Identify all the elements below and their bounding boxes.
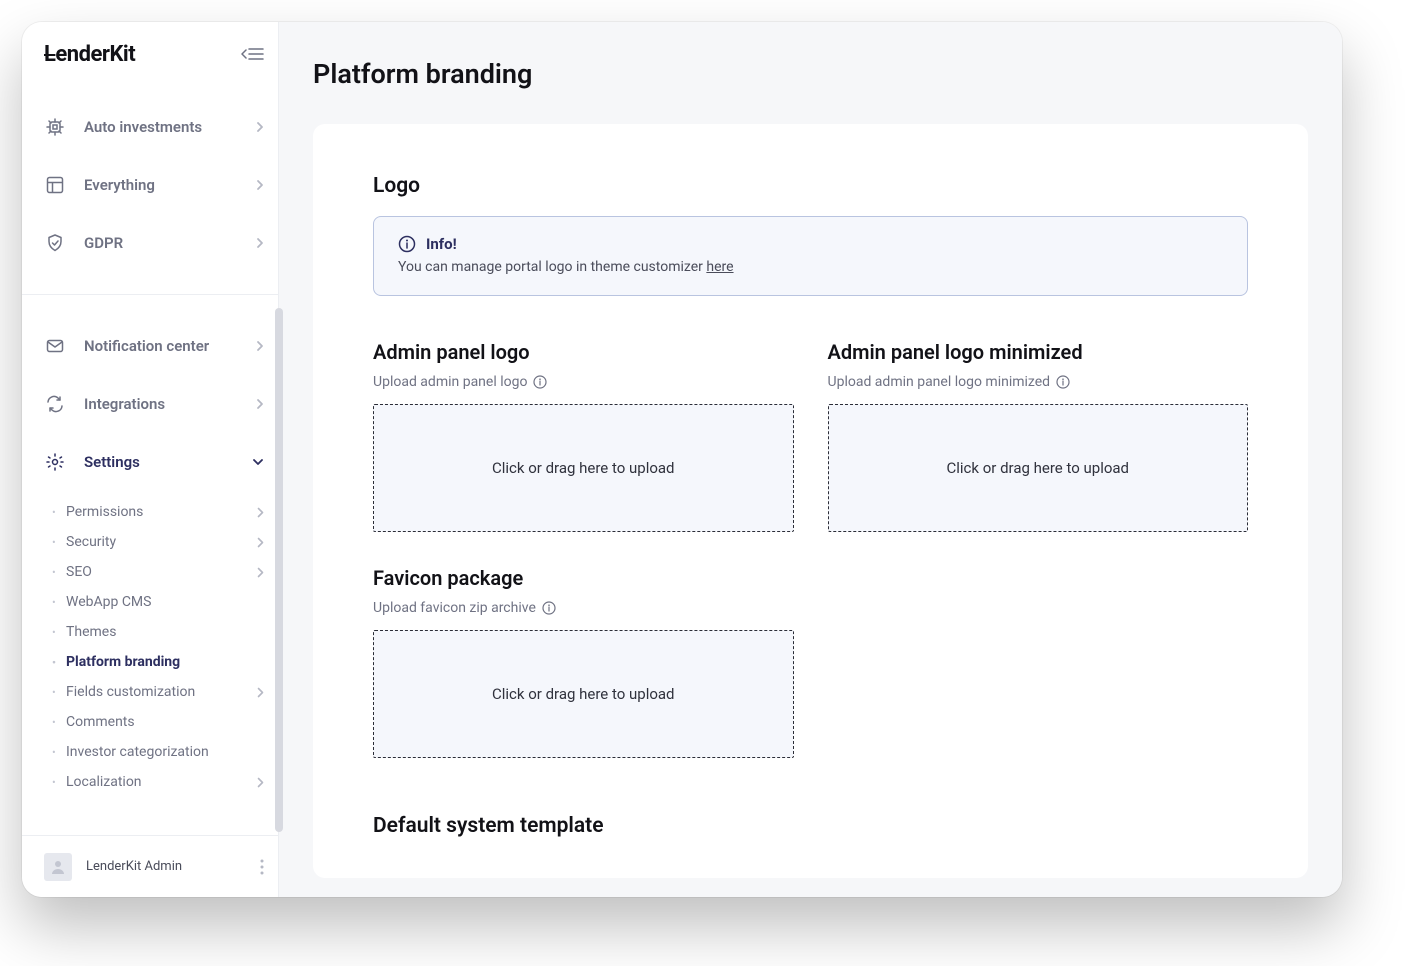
upload-title: Admin panel logo minimized bbox=[828, 340, 1249, 364]
user-icon bbox=[49, 858, 67, 876]
sub-item-comments[interactable]: Comments bbox=[22, 707, 278, 737]
sidebar-collapse-button[interactable] bbox=[241, 48, 264, 60]
menu-icon bbox=[248, 48, 264, 60]
template-section-title: Default system template bbox=[373, 814, 1248, 838]
sidebar-item-label: Notification center bbox=[84, 337, 238, 355]
sidebar-scroll[interactable]: Auto investments Everything GDPR bbox=[22, 86, 278, 835]
sidebar-item-settings[interactable]: Settings bbox=[22, 433, 278, 491]
upload-title: Admin panel logo bbox=[373, 340, 794, 364]
page-title: Platform branding bbox=[279, 22, 1342, 90]
sidebar-item-label: Settings bbox=[84, 453, 234, 471]
sidebar-item-gdpr[interactable]: GDPR bbox=[22, 214, 278, 272]
theme-customizer-link[interactable]: here bbox=[706, 259, 733, 275]
avatar[interactable] bbox=[44, 853, 72, 881]
sidebar-item-everything[interactable]: Everything bbox=[22, 156, 278, 214]
main-content: Platform branding Logo Info! You can man… bbox=[279, 22, 1342, 897]
chevron-right-icon bbox=[257, 687, 264, 698]
sub-item-webapp-cms[interactable]: WebApp CMS bbox=[22, 587, 278, 617]
chevron-down-icon bbox=[252, 458, 264, 466]
user-name: LenderKit Admin bbox=[86, 859, 246, 874]
app-window: LLenderKitenderKit Auto investments bbox=[22, 22, 1342, 897]
gear-icon bbox=[44, 451, 66, 473]
upload-row: Admin panel logo Upload admin panel logo… bbox=[373, 340, 1248, 532]
divider bbox=[22, 294, 278, 295]
upload-subtitle: Upload admin panel logo minimized bbox=[828, 374, 1249, 390]
sidebar-item-integrations[interactable]: Integrations bbox=[22, 375, 278, 433]
layout-icon bbox=[44, 174, 66, 196]
sub-item-localization[interactable]: Localization bbox=[22, 767, 278, 797]
chevron-right-icon bbox=[257, 507, 264, 518]
info-box: Info! You can manage portal logo in them… bbox=[373, 216, 1248, 296]
chevron-right-icon bbox=[257, 777, 264, 788]
admin-logo-min-dropzone[interactable]: Click or drag here to upload bbox=[828, 404, 1249, 532]
sidebar-item-label: GDPR bbox=[84, 234, 238, 252]
admin-logo-upload: Admin panel logo Upload admin panel logo… bbox=[373, 340, 794, 532]
sub-item-security[interactable]: Security bbox=[22, 527, 278, 557]
admin-logo-min-upload: Admin panel logo minimized Upload admin … bbox=[828, 340, 1249, 532]
help-icon[interactable] bbox=[542, 601, 556, 615]
content-card: Logo Info! You can manage portal logo in… bbox=[313, 124, 1308, 878]
more-vertical-icon bbox=[260, 859, 264, 875]
brand-logo[interactable]: LLenderKitenderKit bbox=[44, 42, 135, 67]
info-title: Info! bbox=[426, 235, 457, 253]
sidebar-item-notification-center[interactable]: Notification center bbox=[22, 317, 278, 375]
upload-subtitle: Upload admin panel logo bbox=[373, 374, 794, 390]
favicon-upload: Favicon package Upload favicon zip archi… bbox=[373, 566, 794, 758]
sub-item-fields-customization[interactable]: Fields customization bbox=[22, 677, 278, 707]
sidebar-item-auto-investments[interactable]: Auto investments bbox=[22, 98, 278, 156]
help-icon[interactable] bbox=[1056, 375, 1070, 389]
sub-item-permissions[interactable]: Permissions bbox=[22, 497, 278, 527]
settings-submenu: Permissions Security SEO WebApp CMS Them… bbox=[22, 491, 278, 797]
sub-item-themes[interactable]: Themes bbox=[22, 617, 278, 647]
sub-item-seo[interactable]: SEO bbox=[22, 557, 278, 587]
sidebar-item-label: Everything bbox=[84, 176, 238, 194]
chevron-right-icon bbox=[256, 121, 264, 133]
chevron-right-icon bbox=[257, 567, 264, 578]
chevron-right-icon bbox=[256, 237, 264, 249]
shield-icon bbox=[44, 232, 66, 254]
mail-icon bbox=[44, 335, 66, 357]
logo-section-title: Logo bbox=[373, 174, 1248, 198]
admin-logo-dropzone[interactable]: Click or drag here to upload bbox=[373, 404, 794, 532]
favicon-dropzone[interactable]: Click or drag here to upload bbox=[373, 630, 794, 758]
scrollbar-thumb[interactable] bbox=[275, 308, 283, 832]
help-icon[interactable] bbox=[533, 375, 547, 389]
sidebar-header: LLenderKitenderKit bbox=[22, 22, 278, 86]
more-menu-button[interactable] bbox=[260, 859, 264, 875]
sidebar: LLenderKitenderKit Auto investments bbox=[22, 22, 279, 897]
sub-item-platform-branding[interactable]: Platform branding bbox=[22, 647, 278, 677]
upload-row-favicon: Favicon package Upload favicon zip archi… bbox=[373, 566, 1248, 758]
cpu-icon bbox=[44, 116, 66, 138]
chevron-right-icon bbox=[256, 398, 264, 410]
upload-subtitle: Upload favicon zip archive bbox=[373, 600, 794, 616]
sync-icon bbox=[44, 393, 66, 415]
upload-title: Favicon package bbox=[373, 566, 794, 590]
sidebar-footer: LenderKit Admin bbox=[22, 835, 278, 897]
chevron-left-icon bbox=[241, 49, 247, 59]
chevron-right-icon bbox=[256, 340, 264, 352]
sub-item-investor-categorization[interactable]: Investor categorization bbox=[22, 737, 278, 767]
info-text: You can manage portal logo in theme cust… bbox=[398, 259, 1223, 275]
chevron-right-icon bbox=[257, 537, 264, 548]
chevron-right-icon bbox=[256, 179, 264, 191]
sidebar-item-label: Auto investments bbox=[84, 118, 238, 136]
sidebar-item-label: Integrations bbox=[84, 395, 238, 413]
info-icon bbox=[398, 235, 416, 253]
